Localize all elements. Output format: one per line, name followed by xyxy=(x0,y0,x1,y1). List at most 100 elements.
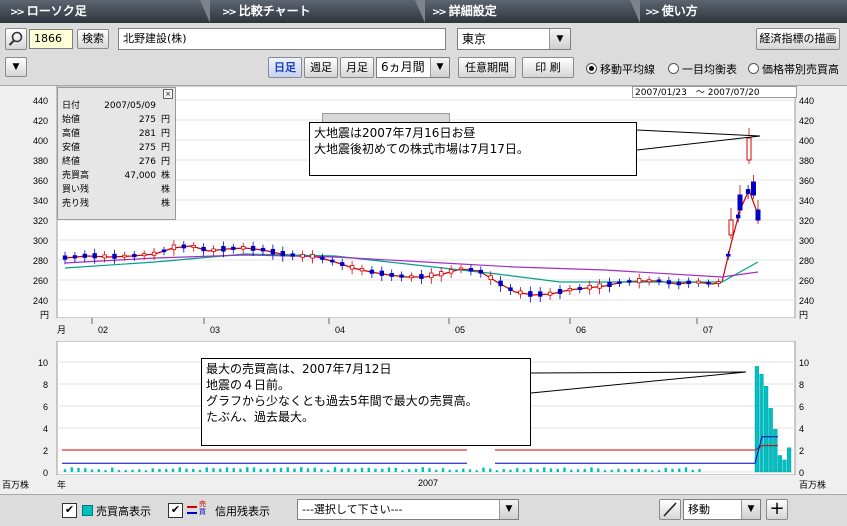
price-tick-left: 440 xyxy=(33,96,48,106)
info-unit: 株 xyxy=(160,171,170,181)
credit-gap xyxy=(467,445,495,468)
radio-ichimoku[interactable]: 一目均衡表 xyxy=(668,61,737,77)
candlestick xyxy=(458,267,464,271)
annotation-line: 大地震は2007年7月16日お昼 xyxy=(314,126,476,140)
annotation-line: 最大の売買高は、2007年7月12日 xyxy=(206,362,392,376)
volume-bar xyxy=(536,469,539,472)
volume-bar xyxy=(131,469,134,472)
code-input[interactable]: 1866 xyxy=(29,29,73,49)
annotation-line: 地震の４日前。 xyxy=(206,378,291,392)
radio-volume-by-price[interactable]: 価格帯別売買高 xyxy=(748,61,839,77)
draw-mode-select[interactable]: 移動 ▼ xyxy=(683,499,761,520)
price-info-panel[interactable]: × 日付 2007/05/09 始値 275 円高値 281 円安値 275 円終値 276 円売買… xyxy=(57,87,176,220)
candlestick xyxy=(508,287,513,291)
price-tick-left: 240 xyxy=(33,296,48,306)
dropdown-arrow-icon[interactable]: ▼ xyxy=(549,29,570,49)
volume-tick-left: 4 xyxy=(43,424,48,434)
period-daily-button[interactable]: 日足 xyxy=(268,57,302,78)
volume-bar xyxy=(252,467,256,472)
volume-tick-right: 10 xyxy=(799,358,809,368)
volume-unit-left: 百万株 xyxy=(2,479,29,491)
volume-bar xyxy=(644,469,647,472)
candlestick xyxy=(82,253,87,258)
volume-bar xyxy=(171,468,175,472)
date-range-label: 2007/01/23 ～ 2007/07/20 xyxy=(632,86,797,98)
volume-bar xyxy=(205,467,208,472)
tab-label: 比較チャート xyxy=(238,4,311,18)
volume-checkbox[interactable]: ✔ xyxy=(62,503,77,518)
volume-bar xyxy=(63,469,67,472)
candlestick xyxy=(349,265,355,270)
dropdown-arrow-icon[interactable]: ▼ xyxy=(499,500,518,519)
tab-bar: >> ローソク足 >> 比較チャート >> 詳細設定 >> 使い方 xyxy=(0,0,847,23)
price-tick-left: 380 xyxy=(33,156,48,166)
volume-bar xyxy=(462,468,465,472)
year-tick-label: 2007 xyxy=(418,478,438,488)
volume-bar xyxy=(387,467,391,472)
tab-label: ローソク足 xyxy=(26,4,87,18)
price-tick-right: 440 xyxy=(799,96,814,106)
market-select[interactable]: 東京 ▼ xyxy=(457,28,571,50)
economic-indicator-button[interactable]: 経済指標の描画 xyxy=(756,28,840,50)
custom-period-button[interactable]: 任意期間 xyxy=(458,57,516,78)
volume-annotation: 最大の売買高は、2007年7月12日 地震の４日前。 グラフから少なくとも過去5… xyxy=(201,358,531,446)
volume-bar xyxy=(414,468,418,472)
volume-bar xyxy=(165,469,168,472)
candlestick xyxy=(538,291,543,297)
volume-bar xyxy=(563,467,566,472)
volume-bar xyxy=(408,469,411,472)
period-monthly-button[interactable]: 月足 xyxy=(340,57,374,78)
credit-legend-icon xyxy=(187,506,197,514)
range-select[interactable]: 6ヵ月間 ▼ xyxy=(376,57,450,78)
tab-detail-settings[interactable]: >> 詳細設定 xyxy=(432,0,632,23)
candlestick xyxy=(637,278,642,284)
volume-bar xyxy=(428,468,431,472)
volume-bar xyxy=(347,468,350,472)
tab-divider xyxy=(630,0,640,23)
volume-bar xyxy=(610,469,613,472)
candlestick xyxy=(676,281,681,286)
company-name-field[interactable]: 北野建設(株) xyxy=(118,28,446,50)
candlestick xyxy=(359,267,365,272)
info-unit: 円 xyxy=(160,157,170,167)
volume-bar xyxy=(495,470,499,472)
dropdown-arrow-icon[interactable]: ▼ xyxy=(741,500,760,519)
volume-bar xyxy=(401,470,404,472)
volume-bar xyxy=(327,470,330,472)
draw-line-button[interactable] xyxy=(659,499,681,520)
info-value: 275 xyxy=(138,143,156,153)
tab-how-to-use[interactable]: >> 使い方 xyxy=(645,0,835,23)
candlestick xyxy=(132,253,137,258)
close-icon[interactable]: × xyxy=(163,89,173,99)
add-button[interactable]: + xyxy=(766,499,788,520)
tab-label: 使い方 xyxy=(661,4,698,18)
credit-checkbox[interactable]: ✔ xyxy=(168,503,183,518)
print-button[interactable]: 印 刷 xyxy=(522,57,574,78)
menu-dropdown-button[interactable]: ▼ xyxy=(5,57,27,77)
indicator-select[interactable]: ---選択して下さい--- ▼ xyxy=(297,499,519,520)
price-tick-left: 360 xyxy=(33,176,48,186)
credit-label: 信用残表示 xyxy=(215,505,270,518)
dropdown-arrow-icon[interactable]: ▼ xyxy=(430,58,449,77)
annotation-line: たぶん、過去最大。 xyxy=(206,410,315,424)
period-weekly-button[interactable]: 週足 xyxy=(304,57,338,78)
tab-candlestick[interactable]: >> ローソク足 xyxy=(10,0,210,23)
candlestick xyxy=(478,269,483,274)
candlestick xyxy=(231,246,236,250)
candlestick xyxy=(751,181,756,196)
candlestick xyxy=(686,280,691,285)
info-key: 売り残 xyxy=(62,199,90,209)
info-unit: 株 xyxy=(160,185,170,195)
candlestick xyxy=(72,255,78,259)
candlestick xyxy=(369,269,375,274)
volume-bar xyxy=(279,467,283,472)
volume-tick-left: 8 xyxy=(43,380,48,390)
search-icon-button[interactable] xyxy=(5,28,27,50)
candlestick xyxy=(726,253,731,257)
search-button[interactable]: 検索 xyxy=(77,29,109,49)
candlestick xyxy=(646,279,652,283)
candlestick xyxy=(250,245,256,251)
info-key: 安値 xyxy=(62,143,81,153)
radio-moving-average[interactable]: 移動平均線 xyxy=(586,61,655,77)
tab-compare-chart[interactable]: >> 比較チャート xyxy=(222,0,422,23)
